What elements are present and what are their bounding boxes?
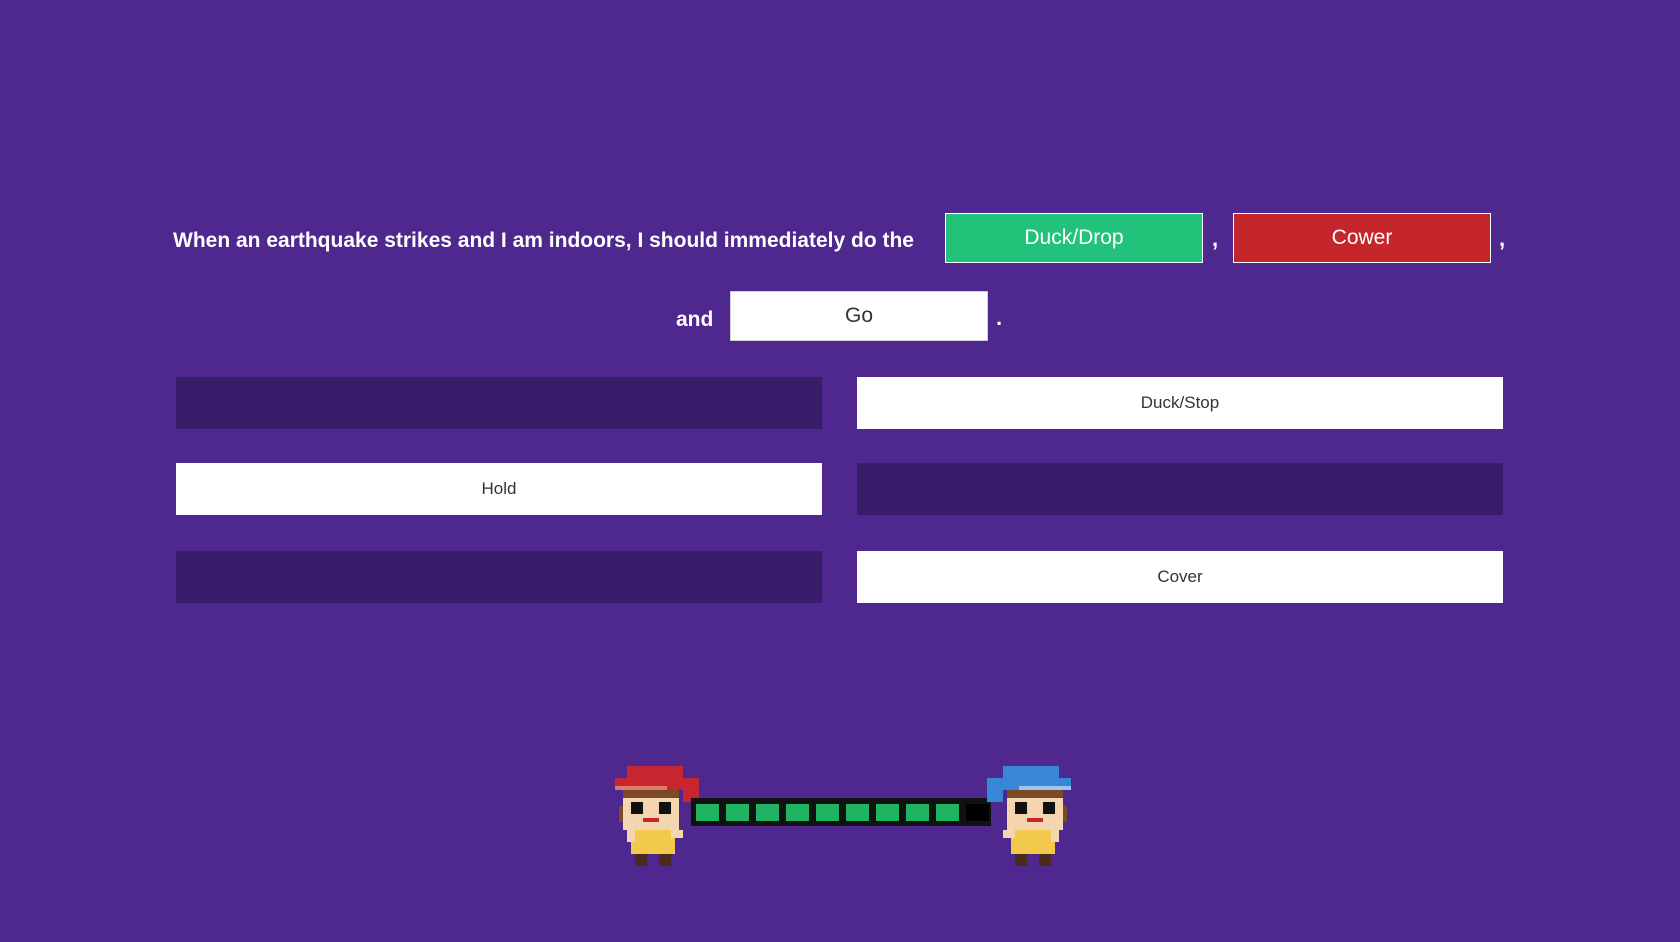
answer-slot-1[interactable]: Duck/Drop xyxy=(945,213,1203,263)
question-text: When an earthquake strikes and I am indo… xyxy=(173,229,914,252)
progress-segment xyxy=(816,804,839,821)
option-cover[interactable]: Cover xyxy=(857,551,1503,603)
progress-segment xyxy=(906,804,929,821)
progress-segment xyxy=(726,804,749,821)
progress-segment xyxy=(696,804,719,821)
answer-slot-2[interactable]: Cower xyxy=(1233,213,1491,263)
game-screen: When an earthquake strikes and I am indo… xyxy=(0,0,1680,942)
progress-segment xyxy=(756,804,779,821)
period: . xyxy=(996,305,1003,330)
and-text: and xyxy=(676,308,714,331)
progress-segment xyxy=(876,804,899,821)
progress-segment xyxy=(846,804,869,821)
comma: , xyxy=(1499,226,1506,251)
comma: , xyxy=(1212,226,1219,251)
opponent-blue-hat-icon xyxy=(987,766,1071,866)
progress-segment-empty xyxy=(966,804,989,821)
option-duck-stop[interactable]: Duck/Stop xyxy=(857,377,1503,429)
player-red-hat-icon xyxy=(615,766,699,866)
progress-track xyxy=(691,798,991,826)
option-hold[interactable]: Hold xyxy=(176,463,822,515)
option-empty xyxy=(176,377,822,429)
option-empty xyxy=(857,463,1503,515)
progress-segment xyxy=(936,804,959,821)
option-empty xyxy=(176,551,822,603)
progress-segment xyxy=(786,804,809,821)
answer-slot-3[interactable]: Go xyxy=(730,291,988,341)
tug-of-war-progress xyxy=(615,760,1075,870)
